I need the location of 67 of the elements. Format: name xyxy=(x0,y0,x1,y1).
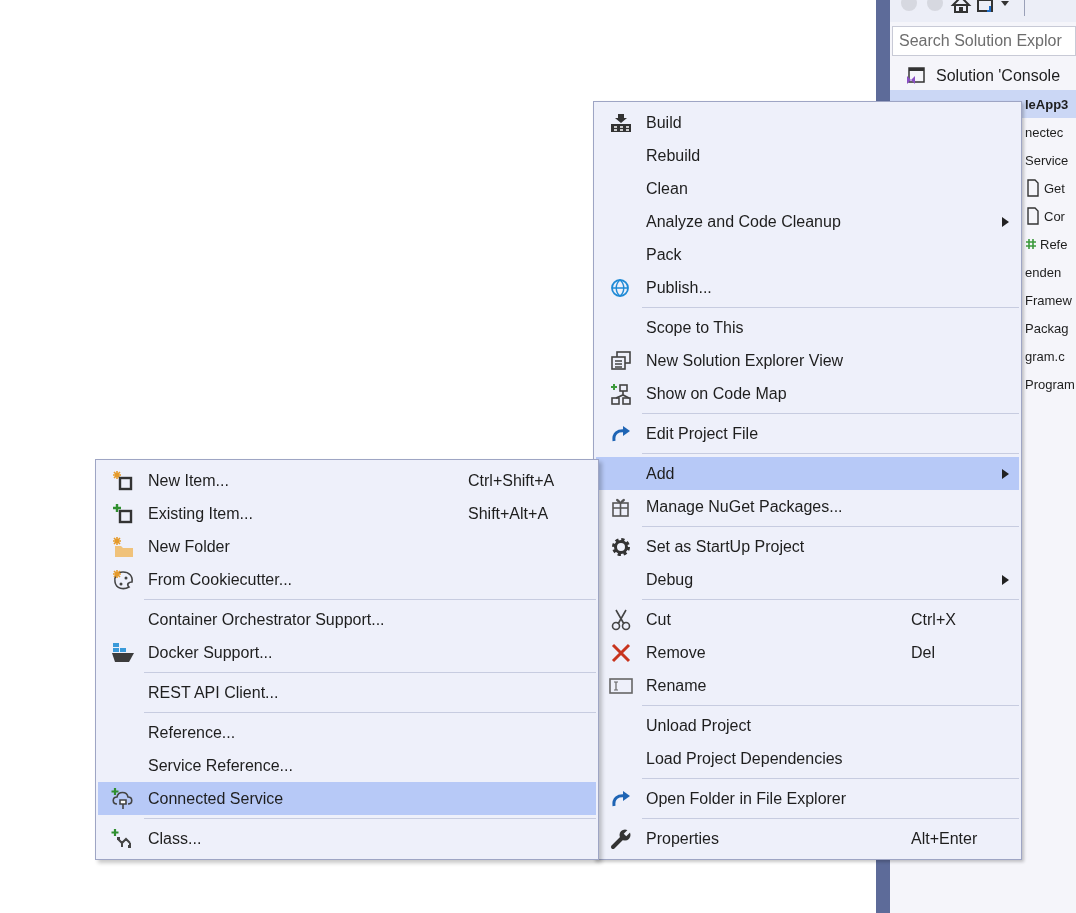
menu-item[interactable]: Show on Code Map xyxy=(596,377,1019,410)
new-folder-icon xyxy=(112,535,134,558)
globe-icon xyxy=(610,277,632,298)
menu-item[interactable]: Cut Ctrl+X xyxy=(596,603,1019,636)
hash-icon xyxy=(1026,239,1036,249)
menu-item[interactable]: New Item... Ctrl+Shift+A xyxy=(98,464,596,497)
menu-item[interactable]: Build xyxy=(596,106,1019,139)
tree-item-label[interactable]: Cor xyxy=(1044,208,1065,224)
menu-item[interactable]: New Folder xyxy=(98,530,596,563)
scissors-icon xyxy=(610,608,632,631)
menu-item[interactable]: Load Project Dependencies xyxy=(596,742,1019,775)
file-icon xyxy=(1026,179,1040,197)
home-icon[interactable] xyxy=(950,0,972,14)
menu-item[interactable]: Debug xyxy=(596,563,1019,596)
menu-item[interactable]: New Solution Explorer View xyxy=(596,344,1019,377)
tree-item-label[interactable]: Service xyxy=(1025,152,1069,168)
cross-icon xyxy=(610,642,632,663)
search-field[interactable]: Search Solution Explor xyxy=(892,26,1076,56)
windows-icon xyxy=(610,350,632,371)
file-icon xyxy=(1026,207,1040,225)
menu-item[interactable]: Add xyxy=(596,457,1019,490)
menu-item[interactable]: Reference... xyxy=(98,716,596,749)
tree-item-label[interactable]: Solution 'Console xyxy=(936,67,1061,85)
menu-item[interactable]: Remove Del xyxy=(596,636,1019,669)
ship-icon xyxy=(111,641,135,664)
redo-arrow-icon xyxy=(610,423,632,444)
tree-item-label[interactable]: Packag xyxy=(1025,320,1069,336)
tree-item-label[interactable]: gram.c xyxy=(1025,348,1065,364)
menu-item[interactable]: REST API Client... xyxy=(98,676,596,709)
menu-item[interactable]: Unload Project xyxy=(596,709,1019,742)
palette-icon xyxy=(112,568,134,591)
tree-item-label[interactable]: Framew xyxy=(1025,292,1072,308)
tree-item-label[interactable]: Program xyxy=(1025,376,1075,392)
menu-item[interactable]: Docker Support... xyxy=(98,636,596,669)
menu-item[interactable]: Class... xyxy=(98,822,596,855)
menu-item[interactable]: Analyze and Code Cleanup xyxy=(596,205,1019,238)
menu-item[interactable]: Properties Alt+Enter xyxy=(596,822,1019,855)
menu-item[interactable]: Manage NuGet Packages... xyxy=(596,490,1019,523)
menu-item[interactable]: Scope to This xyxy=(596,311,1019,344)
tree-item-label[interactable]: nectec xyxy=(1025,124,1064,140)
tree-item-label[interactable]: Get xyxy=(1044,180,1065,196)
redo-arrow-icon xyxy=(610,788,632,809)
tree-item-label: leApp3 xyxy=(1025,96,1069,112)
solution-icon xyxy=(906,66,926,86)
plug-icon xyxy=(111,787,135,810)
existing-item-icon xyxy=(112,502,134,525)
menu-item[interactable]: Clean xyxy=(596,172,1019,205)
build-icon xyxy=(610,112,632,133)
menu-item[interactable]: Existing Item... Shift+Alt+A xyxy=(98,497,596,530)
menu-item[interactable]: Pack xyxy=(596,238,1019,271)
menu-item[interactable]: From Cookiecutter... xyxy=(98,563,596,596)
menu-item[interactable]: Rebuild xyxy=(596,139,1019,172)
diagram-icon xyxy=(610,382,632,405)
rename-icon xyxy=(609,677,633,694)
menu-item[interactable]: Open Folder in File Explorer xyxy=(596,782,1019,815)
tree-item-label[interactable]: enden xyxy=(1025,264,1062,280)
wrench-icon xyxy=(610,827,632,850)
gear-icon xyxy=(610,535,632,558)
menu-item[interactable]: Edit Project File xyxy=(596,417,1019,450)
menu-item[interactable]: Rename xyxy=(596,669,1019,702)
menu-item[interactable]: Service Reference... xyxy=(98,749,596,782)
menu-item[interactable]: Set as StartUp Project xyxy=(596,530,1019,563)
menu-item[interactable]: Connected Service xyxy=(98,782,596,815)
menu-item[interactable]: Publish... xyxy=(596,271,1019,304)
menu-item[interactable]: Container Orchestrator Support... xyxy=(98,603,596,636)
tree-item-label[interactable]: Refe xyxy=(1040,236,1068,252)
new-item-icon xyxy=(112,469,134,492)
